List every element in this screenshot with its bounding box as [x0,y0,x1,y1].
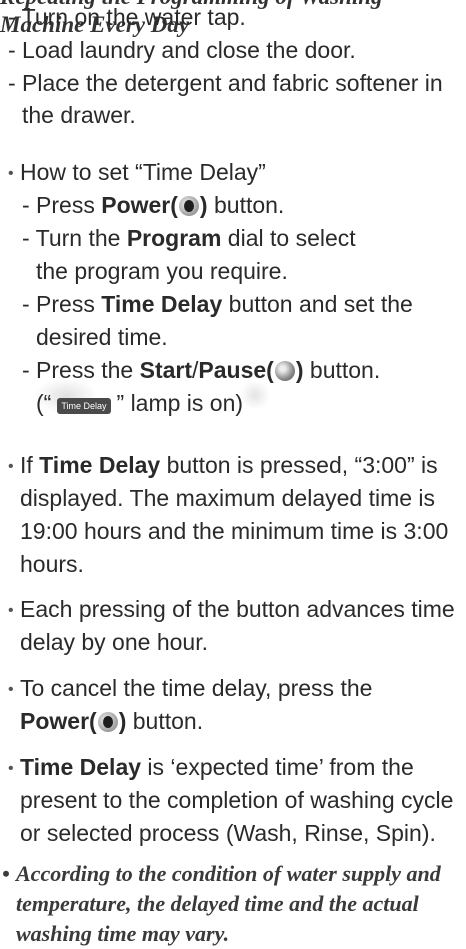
bullet-expected-time: Time Delay is ‘expected time’ from the [20,754,414,780]
prep-step-load: - Load laundry and close the door. [8,37,356,63]
step-power: - Press Power() button. [22,192,285,218]
bullet-time-delay-pressed: If Time Delay button is pressed, “3:00” … [20,452,438,478]
bullet-time-delay-pressed-l4: hours. [20,551,84,577]
prep-step-detergent-cont: the drawer. [22,102,136,128]
bullet: • [8,602,14,619]
lamp-note: (“ Time Delay” lamp is on) [36,390,244,416]
power-icon [97,712,118,732]
bullet-cancel: To cancel the time delay, press the [20,675,373,701]
bullet: • [8,681,14,698]
instruction-page: Repeating the Programming of Washing Mac… [0,0,466,946]
step-program: - Turn the Program dial to select [22,225,356,251]
bullet: • [8,165,14,182]
step-program-cont: the program you require. [36,258,288,284]
note-water-supply-l3: washing time may vary. [16,921,230,946]
bullet-advance-time-l2: delay by one hour. [20,629,208,655]
time-delay-lamp-icon: Time Delay [57,398,111,414]
step-time-delay: - Press Time Delay button and set the [22,291,413,317]
step-time-delay-cont: desired time. [36,324,168,350]
power-icon [178,196,199,216]
note-water-supply: According to the condition of water supp… [16,861,441,886]
note-water-supply-l2: temperature, the delayed time and the ac… [16,891,419,916]
bullet-time-delay-pressed-l3: 19:00 hours and the minimum time is 3:00 [20,518,449,544]
prep-step-water: - Turn on the water tap. [8,4,246,30]
bullet: • [8,458,14,475]
start-pause-icon [274,361,295,381]
note-bullet: • [2,861,10,886]
prep-step-detergent: - Place the detergent and fabric softene… [8,70,443,96]
bullet-time-delay-pressed-l2: displayed. The maximum delayed time is [20,485,436,511]
how-to-heading: How to set “Time Delay” [20,159,266,185]
bullet-cancel-l2: Power() button. [20,708,204,734]
button-glow [240,380,270,410]
bullet-advance-time: Each pressing of the button advances tim… [20,596,455,622]
bullet: • [8,760,14,777]
bullet-expected-time-l3: or selected process (Wash, Rinse, Spin). [20,820,436,846]
bullet-expected-time-l2: present to the completion of washing cyc… [20,787,454,813]
